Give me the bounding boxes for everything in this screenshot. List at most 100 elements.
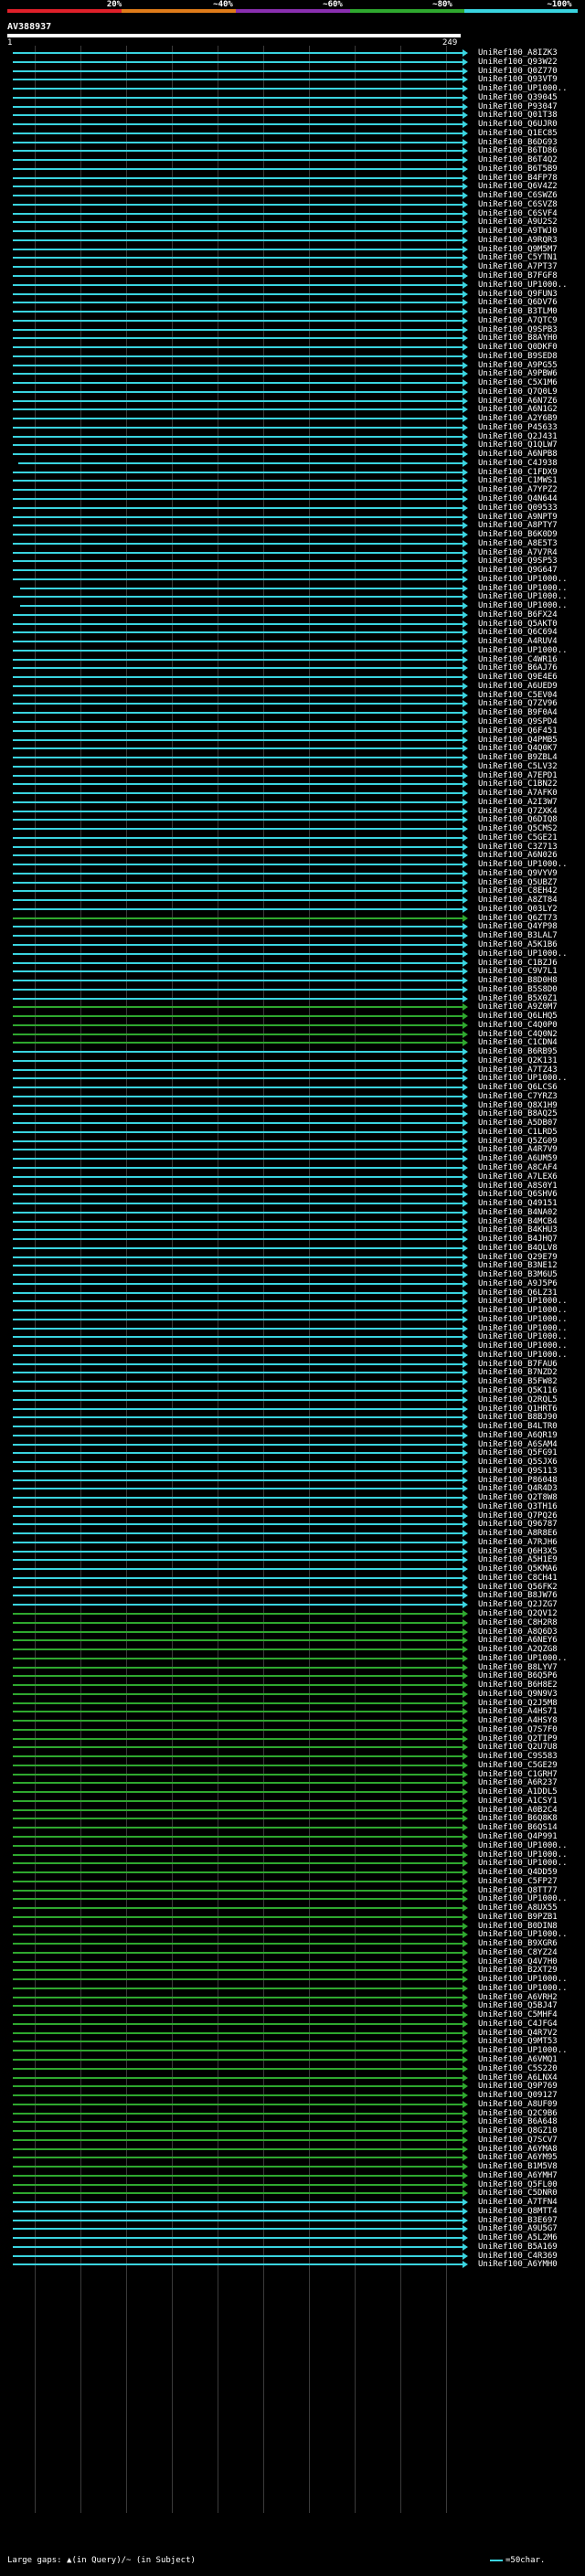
hit-bar: [13, 1818, 463, 1820]
hit-bar: [13, 1051, 463, 1054]
hit-bar: [13, 2022, 463, 2025]
hit-bar: [13, 1381, 463, 1383]
hit-bar: [13, 1711, 463, 1713]
hit-bar: [13, 1737, 463, 1740]
hit-arrow-icon: [463, 2261, 468, 2269]
hit-bar: [13, 1167, 463, 1169]
hit-bar: [13, 221, 463, 224]
legend-line-sample: [490, 2559, 503, 2561]
hit-bar: [13, 622, 463, 625]
hit-bar: [13, 1372, 463, 1374]
hit-bar: [13, 1497, 463, 1500]
hit-bar: [13, 1666, 463, 1669]
hit-bar: [13, 1140, 463, 1142]
hit-bar: [13, 195, 463, 197]
hit-bar: [13, 1862, 463, 1865]
hit-bar: [13, 1452, 463, 1455]
hit-bar: [13, 1434, 463, 1436]
hit-bar: [13, 1229, 463, 1232]
hit-bar: [13, 810, 463, 812]
hit-bar: [13, 1104, 463, 1107]
hit-row[interactable]: UniRef100_A6YMH0: [0, 2259, 585, 2270]
hit-bar: [13, 1791, 463, 1794]
hit-bar: [13, 355, 463, 357]
hit-bar: [13, 1585, 463, 1588]
hit-bar: [13, 346, 463, 349]
hit-bar: [13, 1541, 463, 1543]
hit-bar: [13, 551, 463, 554]
hit-bar: [13, 453, 463, 456]
hit-bar: [13, 79, 463, 81]
hit-bar: [13, 1309, 463, 1312]
hit-bar: [13, 2263, 463, 2266]
hit-bar: [13, 1158, 463, 1161]
hit-bar: [13, 88, 463, 90]
hit-bar: [13, 703, 463, 705]
hit-bar: [13, 1345, 463, 1348]
hit-bar: [13, 1630, 463, 1633]
hit-bar: [13, 2085, 463, 2088]
hit-bar: [13, 186, 463, 188]
hit-bar: [13, 408, 463, 411]
hit-bar: [13, 2041, 463, 2043]
hit-bar: [13, 1398, 463, 1401]
hit-bar: [20, 587, 463, 589]
hit-bar: [13, 1184, 463, 1187]
hit-bar: [13, 266, 463, 269]
hit-bar: [13, 1220, 463, 1223]
hit-bar: [13, 542, 463, 545]
hit-bar: [13, 2210, 463, 2212]
hit-bar: [13, 1514, 463, 1517]
hit-bar: [13, 1853, 463, 1856]
hit-bar: [13, 1336, 463, 1339]
hit-bar: [13, 952, 463, 955]
hit-bar: [13, 1479, 463, 1481]
hit-bar: [13, 667, 463, 670]
hit-bar: [13, 525, 463, 527]
hit-bar: [18, 461, 463, 464]
hit-bar: [13, 2076, 463, 2079]
hit-bar: [13, 836, 463, 839]
hit-bar: [13, 399, 463, 402]
hit-bar: [13, 970, 463, 973]
hit-bar: [13, 1390, 463, 1392]
hit-bar: [13, 676, 463, 679]
hit-bar: [13, 819, 463, 822]
hit-bar: [13, 515, 463, 518]
hit-bar: [13, 631, 463, 634]
hit-bar: [13, 1746, 463, 1749]
hit-bar: [13, 1426, 463, 1428]
hit-bar: [13, 980, 463, 982]
hit-bar: [13, 2237, 463, 2240]
hit-bar: [13, 230, 463, 233]
hit-bar: [13, 2059, 463, 2061]
hit-bar: [13, 854, 463, 857]
hit-bar: [13, 641, 463, 643]
hit-bar: [13, 96, 463, 99]
hit-label[interactable]: UniRef100_A6YMH0: [478, 2259, 558, 2270]
hit-bar: [13, 1595, 463, 1597]
hit-list: UniRef100_A8IZK3 UniRef100_Q93W22 UniRef10…: [0, 0, 585, 2576]
hit-bar: [13, 1836, 463, 1838]
hit-bar: [13, 828, 463, 831]
hit-bar: [13, 2050, 463, 2052]
hit-bar: [13, 988, 463, 991]
hit-bar: [13, 1764, 463, 1766]
hit-bar: [13, 1246, 463, 1249]
hit-bar: [13, 167, 463, 170]
hit-bar: [13, 560, 463, 563]
hit-bar: [13, 1559, 463, 1562]
hit-bar: [13, 159, 463, 162]
hit-bar: [13, 1488, 463, 1490]
hit-bar: [13, 738, 463, 741]
hit-bar: [13, 471, 463, 473]
hit-bar: [13, 390, 463, 393]
hit-bar: [13, 2067, 463, 2070]
legend-scale-label: =50char.: [505, 2556, 546, 2565]
hit-bar: [13, 1532, 463, 1535]
hit-bar: [13, 1175, 463, 1178]
hit-bar: [13, 275, 463, 277]
hit-bar: [13, 774, 463, 777]
hit-bar: [13, 1898, 463, 1901]
hit-bar: [20, 605, 463, 608]
